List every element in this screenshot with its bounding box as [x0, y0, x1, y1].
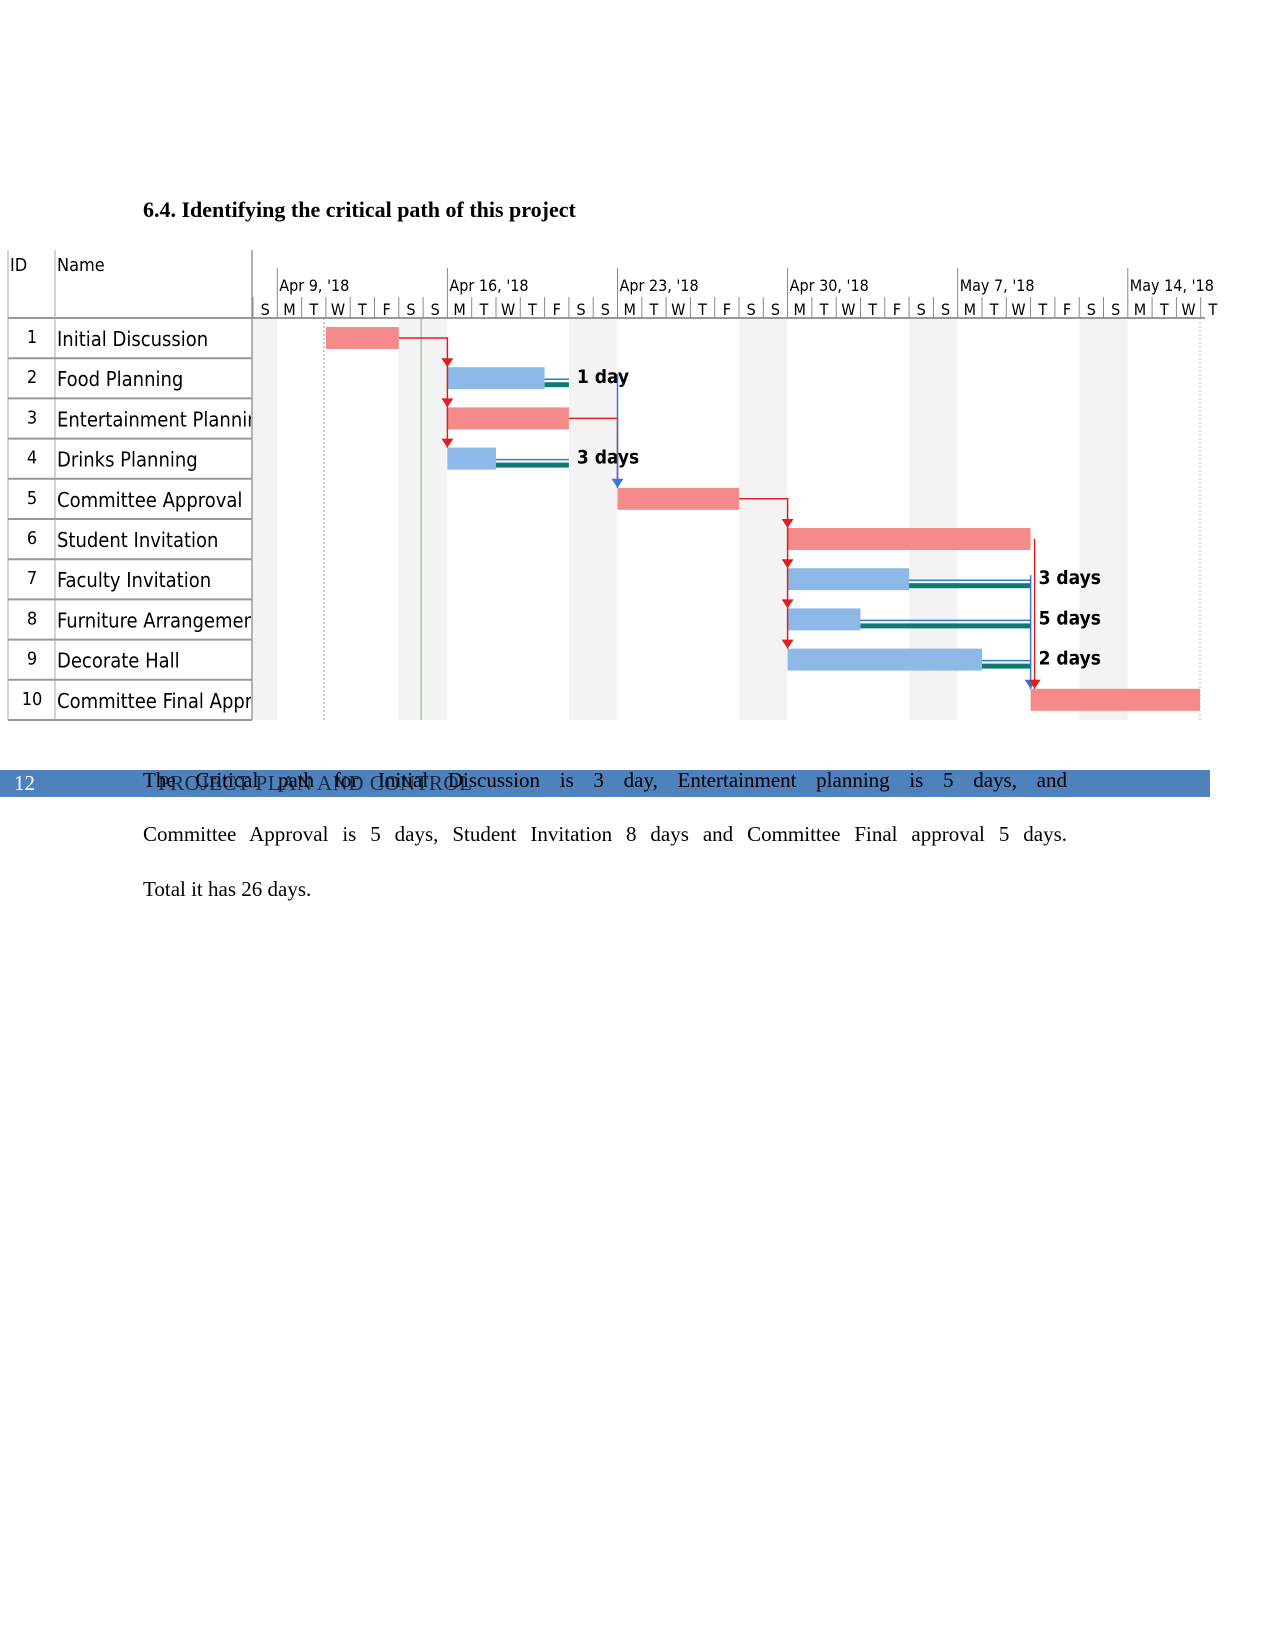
day-letter: S: [771, 300, 780, 319]
body-paragraph-line: Total it has 26 days.: [143, 877, 312, 901]
task-name: Faculty Invitation: [57, 568, 211, 592]
gantt-chart: ID NameS M T W T F S S M T W T F S S M T W T F S S M T W T F S S M T W T F…: [7, 250, 1217, 721]
day-letter: W: [1181, 300, 1195, 319]
slack-bar: [909, 583, 1031, 589]
task-bar: [787, 648, 982, 671]
task-id: 7: [27, 568, 37, 589]
task-name: Committee Approval: [57, 488, 242, 512]
week-label: Apr 30, '18: [790, 276, 869, 295]
slack-bar: [544, 382, 569, 388]
slack-label: 5 days: [1039, 607, 1101, 629]
day-letter: T: [478, 300, 488, 319]
task-bar: [787, 568, 910, 591]
day-letter: W: [331, 300, 345, 319]
task-id: 5: [27, 488, 37, 509]
task-id: 9: [27, 649, 37, 670]
day-letter: T: [1207, 300, 1217, 319]
id-column-header: ID: [10, 255, 27, 276]
task-name: Student Invitation: [57, 528, 218, 552]
weekend-shade: [253, 318, 278, 720]
day-letter: T: [989, 300, 999, 319]
week-label: May 14, '18: [1130, 276, 1214, 295]
week-label: May 7, '18: [960, 276, 1035, 295]
weekend-shade: [739, 318, 764, 720]
day-letter: W: [501, 300, 515, 319]
day-letter: M: [794, 300, 806, 319]
day-letter: W: [1011, 300, 1025, 319]
body-paragraph-line: Committee Approval is 5 days, Student In…: [143, 822, 1067, 846]
day-letter: S: [917, 300, 926, 319]
day-letter: S: [1111, 300, 1120, 319]
critical-task-bar: [325, 327, 399, 349]
day-letter: S: [601, 300, 610, 319]
task-bar: [787, 608, 861, 631]
day-letter: W: [671, 300, 685, 319]
task-id: 2: [27, 367, 37, 388]
task-id: 3: [27, 407, 37, 428]
day-letter: T: [649, 300, 659, 319]
day-letter: S: [1087, 300, 1096, 319]
critical-task-bar: [1030, 688, 1200, 711]
day-letter: T: [819, 300, 829, 319]
task-id: 1: [27, 327, 37, 348]
day-letter: F: [893, 300, 901, 319]
task-id: 6: [27, 528, 37, 549]
task-id: 8: [27, 608, 37, 629]
week-label: Apr 16, '18: [449, 276, 528, 295]
task-name: Food Planning: [57, 367, 183, 391]
slack-label: 3 days: [1039, 567, 1101, 589]
task-name: Initial Discussion: [57, 327, 208, 351]
critical-task-bar: [447, 407, 569, 430]
day-letter: T: [357, 300, 367, 319]
day-letter: S: [431, 300, 440, 319]
task-id: 10: [22, 689, 43, 710]
name-column-header: Name: [57, 255, 105, 276]
day-letter: S: [261, 300, 270, 319]
day-letter: M: [623, 300, 635, 319]
section-heading: 6.4. Identifying the critical path of th…: [143, 197, 576, 222]
day-letter: F: [1063, 300, 1071, 319]
week-label: Apr 9, '18: [279, 276, 349, 295]
day-letter: T: [308, 300, 318, 319]
day-letter: S: [576, 300, 585, 319]
day-letter: W: [841, 300, 855, 319]
day-letter: M: [283, 300, 295, 319]
task-bar: [447, 447, 496, 470]
slack-bar: [860, 623, 1031, 629]
day-letter: F: [383, 300, 391, 319]
week-label: Apr 23, '18: [620, 276, 699, 295]
day-letter: S: [747, 300, 756, 319]
day-letter: M: [964, 300, 976, 319]
document-page: 6.4. Identifying the critical path of th…: [0, 0, 1275, 1651]
day-letter: S: [406, 300, 415, 319]
task-name: Entertainment Planning: [57, 407, 270, 431]
slack-label: 2 days: [1039, 648, 1101, 670]
day-letter: M: [453, 300, 465, 319]
day-letter: T: [697, 300, 707, 319]
weekend-shade: [1103, 318, 1128, 720]
slack-label: 1 day: [577, 366, 629, 388]
task-name: Decorate Hall: [57, 649, 180, 673]
critical-task-bar: [787, 528, 1031, 550]
slack-label: 3 days: [577, 447, 639, 469]
day-letter: F: [553, 300, 561, 319]
day-letter: M: [1134, 300, 1146, 319]
body-paragraph-line: The Critical path for Initial Discussion…: [143, 768, 1067, 792]
day-letter: T: [527, 300, 537, 319]
day-letter: F: [723, 300, 731, 319]
task-name: Furniture Arrangement: [57, 608, 262, 632]
task-name: Drinks Planning: [57, 448, 198, 472]
page-number: 12: [14, 771, 35, 795]
slack-bar: [496, 462, 569, 468]
weekend-shade: [423, 318, 448, 720]
day-letter: T: [1037, 300, 1047, 319]
task-bar: [447, 367, 545, 390]
critical-task-bar: [617, 487, 739, 510]
day-letter: T: [1159, 300, 1169, 319]
weekend-shade: [398, 318, 424, 720]
task-id: 4: [27, 448, 37, 469]
slack-bar: [982, 663, 1031, 669]
day-letter: S: [941, 300, 950, 319]
day-letter: T: [867, 300, 877, 319]
